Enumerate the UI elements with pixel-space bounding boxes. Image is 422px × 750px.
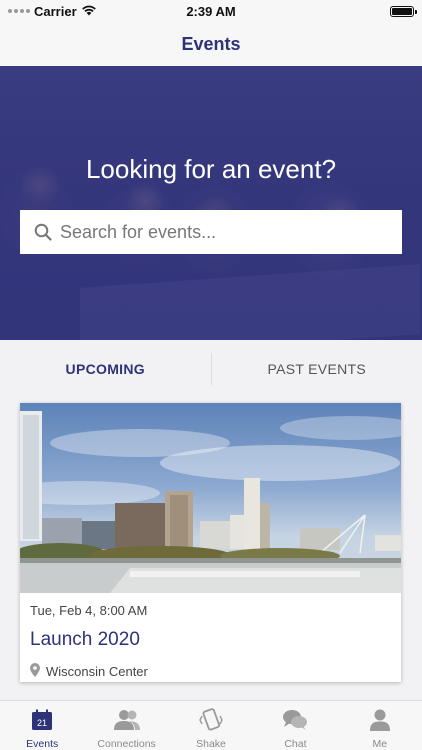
event-image <box>20 403 401 593</box>
carrier-label: Carrier <box>34 3 77 19</box>
venue-label: Wisconsin Center <box>46 664 148 679</box>
shake-phone-icon <box>199 708 223 732</box>
hero-banner: Looking for an event? <box>0 66 422 340</box>
tab-bar-connections[interactable]: Connections <box>84 701 168 750</box>
event-venue: Wisconsin Center <box>30 663 391 680</box>
nav-bar: Events <box>0 22 422 66</box>
search-bar[interactable] <box>20 210 402 254</box>
event-date: Tue, Feb 4, 8:00 AM <box>30 603 148 618</box>
tab-bar-label-chat: Chat <box>284 738 307 750</box>
calendar-icon: 21 <box>31 708 53 732</box>
search-icon <box>34 223 52 241</box>
tab-bar-label-events: Events <box>26 738 59 750</box>
tab-bar-chat[interactable]: Chat <box>253 701 337 750</box>
tab-bar-events[interactable]: 21 Events <box>0 701 84 750</box>
battery-icon <box>390 5 417 17</box>
event-info: Tue, Feb 4, 8:00 AM Launch 2020 Wisconsi… <box>20 593 401 690</box>
tab-bar-label-connections: Connections <box>97 738 156 750</box>
tab-bar-label-shake: Shake <box>196 738 226 750</box>
status-right <box>264 5 417 17</box>
signal-icon <box>8 9 30 13</box>
tab-bar-me[interactable]: Me <box>338 701 422 750</box>
wifi-icon <box>81 4 97 19</box>
status-left: Carrier <box>8 4 158 19</box>
hero-overlay <box>0 66 422 340</box>
tab-bar-shake[interactable]: Shake <box>169 701 253 750</box>
person-icon <box>369 708 391 732</box>
tab-bar-label-me: Me <box>372 738 388 750</box>
event-card[interactable]: Tue, Feb 4, 8:00 AM Launch 2020 Wisconsi… <box>20 403 401 682</box>
tab-upcoming[interactable]: UPCOMING <box>0 361 211 377</box>
people-icon <box>113 708 141 732</box>
status-bar: Carrier 2:39 AM <box>0 0 422 22</box>
event-name[interactable]: Launch 2020 <box>30 629 391 651</box>
search-input[interactable] <box>60 221 388 243</box>
calendar-badge: 21 <box>37 718 47 728</box>
tab-past-events[interactable]: PAST EVENTS <box>212 361 422 377</box>
hero-title: Looking for an event? <box>85 154 337 184</box>
location-pin-icon <box>30 663 40 680</box>
page-title: Events <box>181 33 241 54</box>
status-time: 2:39 AM <box>186 3 236 19</box>
event-tabs: UPCOMING PAST EVENTS <box>0 340 422 398</box>
bottom-tab-bar: 21 Events Connections Shake Chat Me <box>0 700 422 750</box>
chat-bubbles-icon <box>282 708 308 732</box>
